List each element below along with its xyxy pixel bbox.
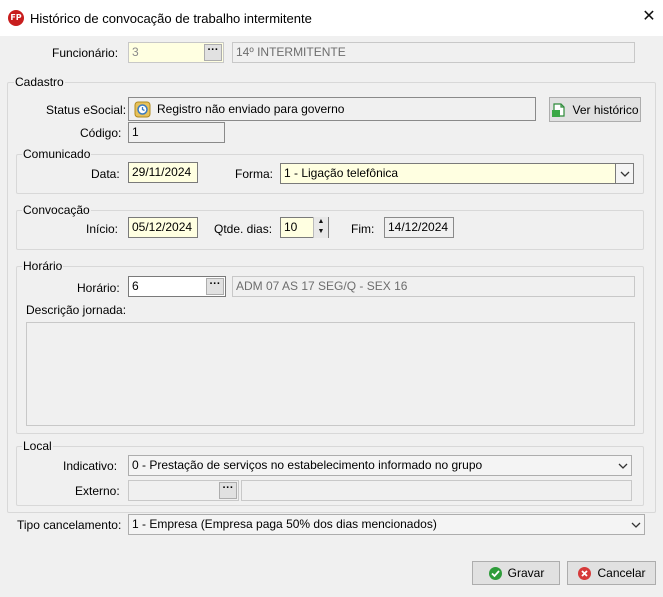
comunicado-data-input[interactable]: 29/11/2024 bbox=[128, 162, 198, 183]
horario-desc-field: ADM 07 AS 17 SEG/Q - SEX 16 bbox=[232, 276, 635, 297]
cadastro-legend: Cadastro bbox=[14, 75, 65, 89]
qtde-dias-label: Qtde. dias: bbox=[214, 222, 273, 236]
horario-label: Horário: bbox=[77, 281, 120, 295]
close-icon[interactable]: ✕ bbox=[640, 8, 658, 26]
tipo-cancelamento-chevron-down-icon[interactable] bbox=[627, 514, 645, 535]
indicativo-chevron-down-icon[interactable] bbox=[614, 455, 632, 476]
spin-up-icon[interactable]: ▲ bbox=[314, 217, 328, 227]
convocacao-legend: Convocação bbox=[22, 203, 91, 217]
funcionario-label: Funcionário: bbox=[52, 46, 119, 60]
indicativo-select[interactable]: 0 - Prestação de serviços no estabelecim… bbox=[128, 455, 615, 476]
externo-label: Externo: bbox=[75, 484, 120, 498]
cancelar-button[interactable]: Cancelar bbox=[567, 561, 656, 585]
comunicado-legend: Comunicado bbox=[22, 147, 92, 161]
funcionario-lookup-button[interactable]: ··· bbox=[204, 44, 222, 61]
window-title: Histórico de convocação de trabalho inte… bbox=[30, 11, 312, 26]
descricao-jornada-label: Descrição jornada: bbox=[26, 303, 127, 317]
forma-label: Forma: bbox=[235, 167, 274, 181]
codigo-field: 1 bbox=[128, 122, 225, 143]
externo-lookup-button[interactable]: ··· bbox=[219, 482, 237, 499]
cancel-circle-icon bbox=[577, 566, 592, 581]
comunicado-data-label: Data: bbox=[91, 167, 120, 181]
descricao-jornada-textarea[interactable] bbox=[26, 322, 635, 426]
check-circle-icon bbox=[488, 566, 503, 581]
gravar-button[interactable]: Gravar bbox=[472, 561, 560, 585]
fp-logo-icon: FP bbox=[8, 10, 24, 26]
cancelar-label: Cancelar bbox=[597, 566, 646, 580]
tipo-cancelamento-label: Tipo cancelamento: bbox=[17, 518, 122, 532]
ver-historico-label: Ver histórico bbox=[572, 102, 639, 117]
ver-historico-button[interactable]: Ver histórico bbox=[549, 97, 641, 122]
forma-chevron-down-icon[interactable] bbox=[616, 163, 634, 184]
qtde-dias-spinner[interactable]: ▲ ▼ bbox=[313, 217, 328, 238]
inicio-label: Início: bbox=[86, 222, 119, 236]
funcionario-name-field: 14º INTERMITENTE bbox=[232, 42, 635, 63]
spin-down-icon[interactable]: ▼ bbox=[314, 227, 328, 237]
document-history-icon bbox=[551, 102, 567, 118]
fim-label: Fim: bbox=[351, 222, 375, 236]
gravar-label: Gravar bbox=[507, 566, 545, 580]
indicativo-label: Indicativo: bbox=[63, 459, 118, 473]
horario-legend: Horário bbox=[22, 259, 64, 273]
horario-lookup-button[interactable]: ··· bbox=[206, 278, 224, 295]
inicio-input[interactable]: 05/12/2024 bbox=[128, 217, 198, 238]
status-esocial-label: Status eSocial: bbox=[46, 103, 127, 117]
codigo-label: Código: bbox=[80, 126, 122, 140]
externo-desc-field bbox=[241, 480, 632, 501]
forma-select[interactable]: 1 - Ligação telefônica bbox=[280, 163, 616, 184]
esocial-status-icon bbox=[134, 101, 151, 118]
local-legend: Local bbox=[22, 439, 53, 453]
status-esocial-field: Registro não enviado para governo bbox=[128, 97, 536, 121]
fim-field: 14/12/2024 bbox=[384, 217, 454, 238]
tipo-cancelamento-select[interactable]: 1 - Empresa (Empresa paga 50% dos dias m… bbox=[128, 514, 628, 535]
